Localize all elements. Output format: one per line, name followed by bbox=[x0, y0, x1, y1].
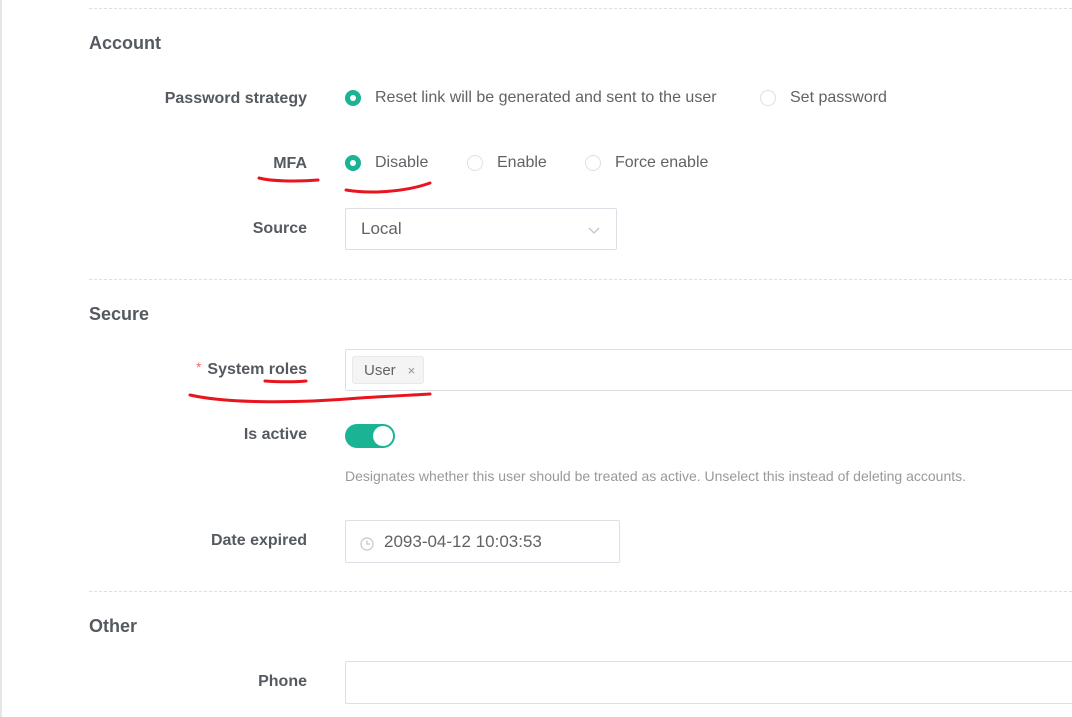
section-divider-top bbox=[89, 8, 1072, 9]
radio-checked-icon bbox=[345, 155, 361, 171]
radio-mfa-disable-label: Disable bbox=[375, 154, 429, 171]
date-expired-label: Date expired bbox=[210, 532, 307, 549]
date-expired-value: 2093-04-12 10:03:53 bbox=[384, 531, 542, 551]
source-select-value: Local bbox=[361, 219, 402, 238]
section-divider-secure-other bbox=[89, 591, 1072, 592]
close-icon[interactable]: × bbox=[408, 363, 416, 378]
source-label: Source bbox=[252, 220, 307, 237]
radio-set-password-label: Set password bbox=[790, 89, 887, 106]
radio-reset-link-label: Reset link will be generated and sent to… bbox=[375, 89, 717, 106]
clock-icon bbox=[360, 536, 374, 551]
annotation-underline-mfa bbox=[257, 176, 320, 183]
radio-unchecked-icon bbox=[760, 90, 776, 106]
radio-reset-link[interactable]: Reset link will be generated and sent to… bbox=[345, 89, 717, 107]
role-tag-user: User × bbox=[352, 356, 425, 384]
radio-unchecked-icon bbox=[467, 155, 483, 171]
is-active-label: Is active bbox=[243, 426, 307, 443]
system-roles-select[interactable]: User × bbox=[345, 349, 1072, 391]
is-active-toggle[interactable] bbox=[345, 424, 395, 448]
annotation-underline-roles bbox=[263, 379, 308, 384]
section-divider-account-secure bbox=[89, 279, 1072, 280]
system-roles-label: * System roles bbox=[195, 359, 307, 379]
toggle-knob bbox=[373, 426, 393, 446]
required-asterisk: * bbox=[195, 359, 202, 375]
radio-mfa-disable[interactable]: Disable bbox=[345, 154, 428, 172]
phone-input[interactable] bbox=[345, 661, 1072, 704]
password-strategy-label: Password strategy bbox=[164, 90, 307, 107]
source-select[interactable]: Local bbox=[345, 208, 617, 250]
system-roles-label-text: System roles bbox=[207, 361, 307, 378]
radio-mfa-enable[interactable]: Enable bbox=[467, 154, 547, 172]
role-tag-user-label: User bbox=[364, 361, 396, 379]
section-title-account: Account bbox=[89, 33, 161, 53]
radio-checked-icon bbox=[345, 90, 361, 106]
annotation-underline-system-roles bbox=[188, 392, 432, 404]
section-title-other: Other bbox=[89, 616, 138, 636]
annotation-underline-disable bbox=[344, 181, 432, 194]
section-title-secure: Secure bbox=[89, 304, 150, 324]
phone-label: Phone bbox=[258, 673, 307, 690]
radio-mfa-force-enable[interactable]: Force enable bbox=[585, 154, 708, 172]
left-border bbox=[0, 0, 2, 717]
radio-mfa-enable-label: Enable bbox=[497, 154, 547, 171]
radio-mfa-force-enable-label: Force enable bbox=[615, 154, 709, 171]
radio-set-password[interactable]: Set password bbox=[760, 89, 887, 107]
radio-unchecked-icon bbox=[585, 155, 601, 171]
is-active-help-text: Designates whether this user should be t… bbox=[345, 468, 967, 484]
chevron-down-icon bbox=[588, 227, 600, 234]
mfa-label: MFA bbox=[273, 155, 307, 172]
date-expired-picker[interactable]: 2093-04-12 10:03:53 bbox=[345, 520, 620, 563]
